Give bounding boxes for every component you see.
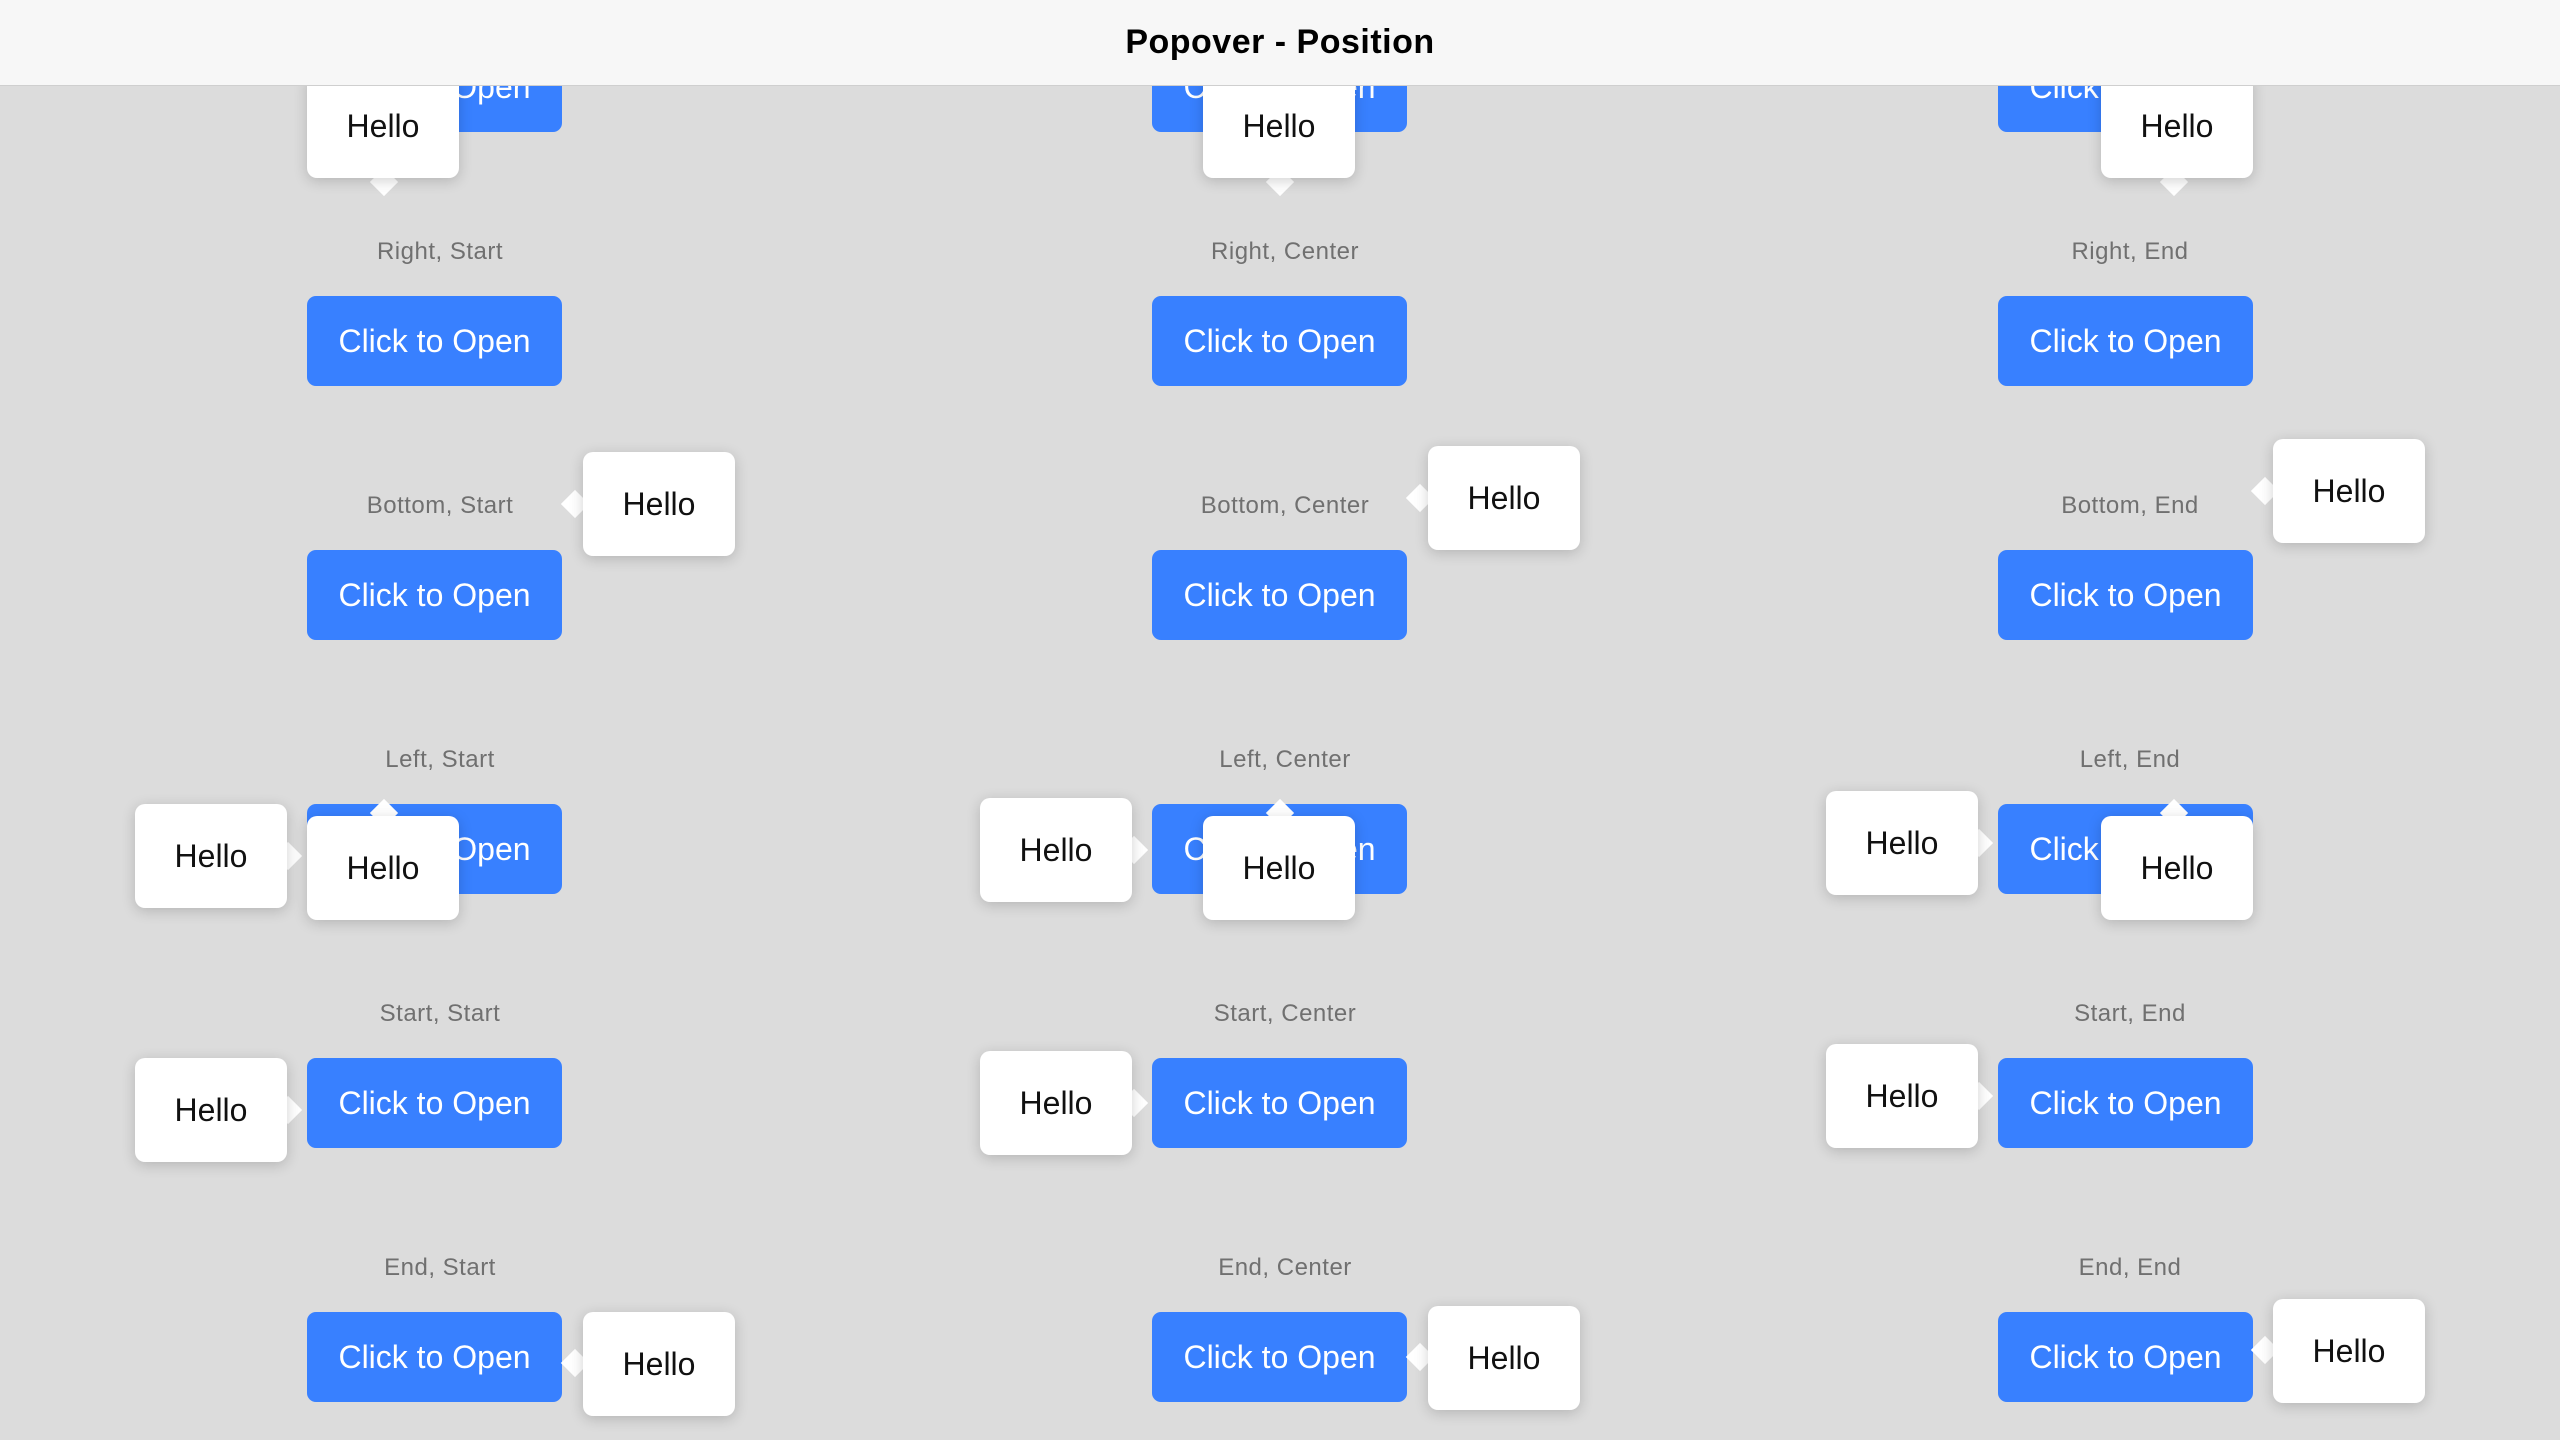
group-label: Right, Start <box>376 238 504 265</box>
group-label: Start, End <box>2074 1000 2186 1027</box>
popover: Hello <box>980 1051 1132 1155</box>
open-popover-button[interactable]: Click to Open <box>1998 1312 2253 1402</box>
group-label: End, Start <box>384 1254 496 1281</box>
group-label: Left, End <box>2079 746 2181 773</box>
group-label: Start, Start <box>379 1000 501 1027</box>
open-popover-button[interactable]: Click to Open <box>1998 550 2253 640</box>
open-popover-button[interactable]: Click to Open <box>1998 1058 2253 1148</box>
popover: Hello <box>1203 74 1355 178</box>
popover: Hello <box>583 452 735 556</box>
open-popover-button[interactable]: Click to Open <box>307 296 562 386</box>
open-popover-button[interactable]: Click to Open <box>1152 1312 1407 1402</box>
open-popover-button[interactable]: Click to Open <box>307 1058 562 1148</box>
group-label: End, End <box>2078 1254 2182 1281</box>
popover: Hello <box>135 1058 287 1162</box>
group-label: Right, Center <box>1211 238 1359 265</box>
group-label: End, Center <box>1218 1254 1352 1281</box>
group-label: Start, Center <box>1213 1000 1357 1027</box>
popover: Hello <box>2101 816 2253 920</box>
popover: Hello <box>1428 446 1580 550</box>
open-popover-button[interactable]: Click to Open <box>307 550 562 640</box>
popover: Hello <box>2273 439 2425 543</box>
group-label: Left, Center <box>1219 746 1351 773</box>
popover: Hello <box>2101 74 2253 178</box>
page-header: Popover - Position <box>0 0 2560 86</box>
group-label: Right, End <box>2071 238 2189 265</box>
group-label: Left, Start <box>385 746 495 773</box>
popover: Hello <box>135 804 287 908</box>
popover: Hello <box>1428 1306 1580 1410</box>
popover: Hello <box>583 1312 735 1416</box>
popover: Hello <box>307 816 459 920</box>
open-popover-button[interactable]: Click to Open <box>1152 1058 1407 1148</box>
popover: Hello <box>1203 816 1355 920</box>
open-popover-button[interactable]: Click to Open <box>1998 296 2253 386</box>
popover: Hello <box>980 798 1132 902</box>
popover: Hello <box>307 74 459 178</box>
popover: Hello <box>1826 1044 1978 1148</box>
open-popover-button[interactable]: Click to Open <box>1152 550 1407 640</box>
popover: Hello <box>2273 1299 2425 1403</box>
open-popover-button[interactable]: Click to Open <box>307 1312 562 1402</box>
page-title: Popover - Position <box>1125 23 1435 61</box>
open-popover-button[interactable]: Click to Open <box>1152 296 1407 386</box>
popover: Hello <box>1826 791 1978 895</box>
